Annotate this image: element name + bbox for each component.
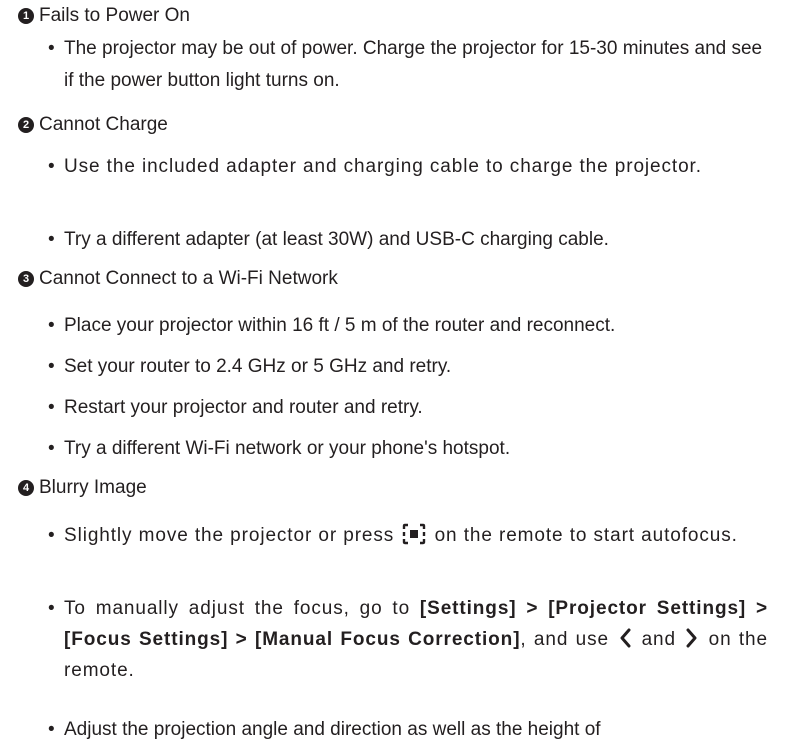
autofocus-text-before: Slightly move the projector or press — [64, 525, 395, 546]
bullet-dot: • — [48, 438, 55, 459]
bullet-dot: • — [48, 229, 55, 250]
bullet-text: Restart your projector and router and re… — [64, 397, 423, 418]
section-3-bullet-1: • Place your projector within 16 ft / 5 … — [48, 310, 768, 342]
section-4-number: 4 — [18, 480, 34, 496]
section-3-bullet-2: • Set your router to 2.4 GHz or 5 GHz an… — [48, 351, 768, 383]
bullet-dot: • — [48, 356, 55, 377]
section-1-number: 1 — [18, 8, 34, 24]
manual-focus-text-before: To manually adjust the focus, go to — [64, 598, 420, 619]
chevron-right-icon — [685, 627, 699, 649]
bullet-text: The projector may be out of power. Charg… — [64, 38, 763, 91]
section-3-bullet-3: • Restart your projector and router and … — [48, 392, 768, 424]
bullet-dot: • — [48, 156, 56, 177]
section-4-bullet-3: • Adjust the projection angle and direct… — [48, 714, 768, 746]
autofocus-text-after: on the remote to start autofocus. — [434, 525, 738, 546]
section-2-number: 2 — [18, 117, 34, 133]
section-2-bullet-1: • Use the included adapter and charging … — [48, 151, 768, 183]
autofocus-icon — [402, 523, 426, 545]
section-3-bullet-4: • Try a different Wi-Fi network or your … — [48, 433, 768, 465]
and-text: and — [641, 629, 676, 650]
troubleshooting-page: 1 Fails to Power On • The projector may … — [0, 0, 796, 748]
bullet-text: Try a different Wi-Fi network or your ph… — [64, 438, 511, 459]
bullet-text: Adjust the projection angle and directio… — [64, 719, 601, 740]
bullet-dot: • — [48, 315, 55, 336]
bullet-dot: • — [48, 38, 55, 59]
bullet-dot: • — [48, 719, 55, 740]
section-3-title: 3 Cannot Connect to a Wi-Fi Network — [18, 266, 338, 292]
section-2-bullet-2: • Try a different adapter (at least 30W)… — [48, 224, 768, 256]
section-1-bullet-1: • The projector may be out of power. Cha… — [48, 33, 768, 97]
section-2-title: 2 Cannot Charge — [18, 112, 168, 138]
bullet-text: Set your router to 2.4 GHz or 5 GHz and … — [64, 356, 452, 377]
bullet-text: Slightly move the projector or press on … — [48, 517, 768, 555]
bullet-text: Place your projector within 16 ft / 5 m … — [64, 315, 616, 336]
bullet-dot: • — [48, 525, 56, 546]
section-2-title-text: Cannot Charge — [39, 114, 168, 135]
section-4-title: 4 Blurry Image — [18, 475, 147, 501]
section-4-bullet-2: • To manually adjust the focus, go to [S… — [48, 593, 768, 686]
section-4-bullet-1: • Slightly move the projector or press o… — [48, 517, 768, 555]
bullet-dot: • — [48, 598, 56, 619]
bullet-text: To manually adjust the focus, go to [Set… — [48, 593, 768, 686]
bullet-text: Try a different adapter (at least 30W) a… — [64, 229, 609, 250]
section-3-title-text: Cannot Connect to a Wi-Fi Network — [39, 268, 338, 289]
bullet-dot: • — [48, 397, 55, 418]
chevron-left-icon — [618, 627, 632, 649]
section-1-title: 1 Fails to Power On — [18, 3, 190, 29]
section-4-title-text: Blurry Image — [39, 477, 147, 498]
section-1-title-text: Fails to Power On — [39, 5, 190, 26]
manual-focus-text-middle: , and use — [520, 629, 609, 650]
section-3-number: 3 — [18, 271, 34, 287]
bullet-text: Use the included adapter and charging ca… — [64, 156, 702, 177]
